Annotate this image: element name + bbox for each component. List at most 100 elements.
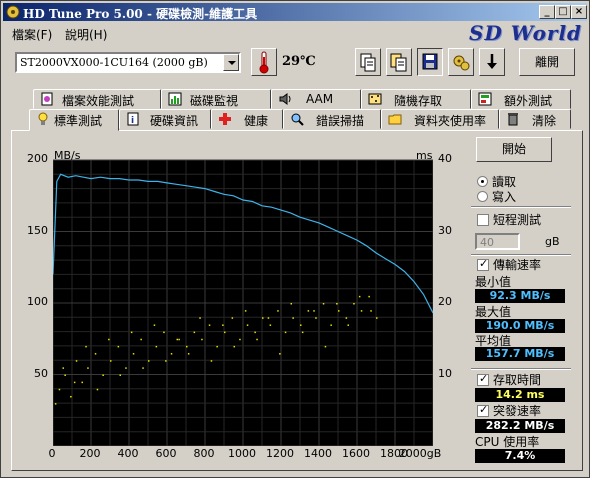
tab-disk-monitor[interactable]: 磁碟監視 (161, 89, 271, 109)
burst-rate-checkbox[interactable] (477, 403, 489, 417)
write-radio[interactable] (477, 191, 488, 202)
access-time-point (119, 374, 121, 376)
x-tick-label: 1200 (266, 447, 294, 460)
short-test-checkbox[interactable] (477, 214, 489, 226)
minimize-button[interactable]: _ (539, 5, 555, 19)
exit-button[interactable]: 離開 (519, 48, 575, 76)
copy-icon (360, 53, 376, 72)
access-time-point (148, 360, 150, 362)
maximize-button[interactable]: □ (555, 5, 571, 19)
min-label: 最小值 (475, 275, 512, 289)
access-time-point (163, 331, 165, 334)
access-time-point (81, 381, 83, 384)
access-time-point (125, 367, 127, 369)
access-time-point (193, 331, 196, 334)
close-button[interactable]: × (571, 5, 587, 19)
title-bar[interactable]: HD Tune Pro 5.00 - 硬碟檢測-維護工具 _ □ × (3, 3, 587, 21)
y-right-tick-label: 40 (438, 152, 452, 165)
tab-info[interactable]: i 硬碟資訊 (119, 109, 211, 129)
access-time-point (347, 324, 349, 326)
options-button[interactable] (448, 48, 474, 76)
download-icon (487, 54, 497, 69)
x-tick-label: 200 (79, 447, 101, 460)
access-time-point (155, 345, 158, 348)
access-time-point (210, 360, 213, 362)
tab-random-access[interactable]: 隨機存取 (361, 89, 471, 109)
tab-benchmark[interactable]: 標準測試 (29, 109, 119, 131)
folder-icon (388, 114, 402, 125)
bulb-icon (38, 112, 48, 125)
y-left-tick-label: 200 (27, 152, 48, 165)
transfer-rate-checkbox[interactable] (477, 257, 489, 271)
drive-select[interactable]: ST2000VX000-1CU164 (2000 gB) (15, 52, 241, 73)
cpu-usage-value: 7.4% (475, 449, 565, 463)
access-time-point (70, 395, 72, 398)
tab-health[interactable]: 健康 (211, 109, 283, 129)
tab-file-benchmark[interactable]: 檔案效能測試 (33, 89, 161, 109)
access-time-point (165, 360, 167, 362)
avg-value: 157.7 MB/s (475, 347, 565, 361)
y-left-tick-label: 100 (27, 295, 48, 308)
access-time-point (322, 303, 325, 305)
download-button[interactable] (479, 48, 505, 76)
file-benchmark-icon (41, 92, 53, 106)
access-time-point (277, 310, 279, 312)
short-test-input[interactable]: 40 (475, 233, 520, 250)
min-value: 92.3 MB/s (475, 289, 565, 303)
svg-text:i: i (131, 116, 134, 126)
access-time-point (216, 345, 218, 348)
access-time-point (62, 367, 64, 369)
access-time-point (313, 310, 315, 312)
tab-error-scan[interactable]: 錯誤掃描 (283, 109, 381, 129)
y-left-tick-label: 50 (34, 366, 48, 380)
save-button[interactable] (417, 48, 443, 76)
access-time-point (301, 331, 304, 334)
read-radio[interactable] (477, 176, 488, 187)
access-time-point (110, 360, 112, 362)
access-time-point (292, 317, 294, 319)
access-time-checkbox[interactable] (477, 372, 489, 386)
menu-file[interactable]: 檔案(F) (12, 26, 52, 43)
tab-extra-tests[interactable]: 額外測試 (471, 89, 571, 109)
trash-icon (508, 113, 518, 126)
app-icon (6, 5, 20, 19)
tab-disk-monitor-label: 磁碟監視 (190, 94, 239, 108)
transfer-rate-label: 傳輸速率 (493, 258, 542, 272)
temperature-button[interactable] (251, 48, 277, 76)
x-tick-label: 400 (117, 447, 139, 460)
access-time-point (73, 381, 76, 384)
access-time-point (370, 310, 372, 312)
tab-aam[interactable]: AAM (271, 89, 361, 109)
tab-folder-usage[interactable]: 資料夾使用率 (381, 109, 499, 129)
copy-screen-icon (390, 53, 407, 72)
divider (471, 206, 571, 208)
chevron-down-icon[interactable] (223, 54, 239, 71)
random-access-icon (368, 93, 382, 105)
benchmark-chart (53, 159, 433, 446)
short-test-value: 40 (480, 236, 494, 249)
access-time-point (231, 317, 234, 319)
divider (471, 368, 571, 370)
tab-erase-label: 清除 (532, 114, 557, 128)
copy-button[interactable] (355, 48, 381, 76)
y-right-unit-label: ms (416, 149, 433, 162)
x-tick-label: 600 (155, 447, 177, 460)
start-button[interactable]: 開始 (476, 137, 552, 162)
access-time-point (142, 367, 144, 369)
access-time-point (244, 310, 247, 312)
cpu-usage-label: CPU 使用率 (475, 435, 540, 449)
options-icon (453, 55, 470, 71)
access-time-point (269, 324, 272, 326)
x-tick-label: 1600 (342, 447, 370, 460)
tab-extra-tests-label: 額外測試 (504, 94, 553, 108)
x-tick-label: 1000 (228, 447, 256, 460)
access-time-point (353, 303, 355, 305)
extra-tests-icon (478, 92, 492, 106)
access-time-point (58, 388, 61, 391)
burst-rate-value: 282.2 MB/s (475, 419, 565, 433)
magnifier-icon (291, 113, 304, 126)
copy-screen-button[interactable] (386, 48, 412, 76)
menu-help[interactable]: 說明(H) (65, 26, 107, 43)
tab-erase[interactable]: 清除 (499, 109, 571, 129)
access-time-point (222, 324, 224, 326)
